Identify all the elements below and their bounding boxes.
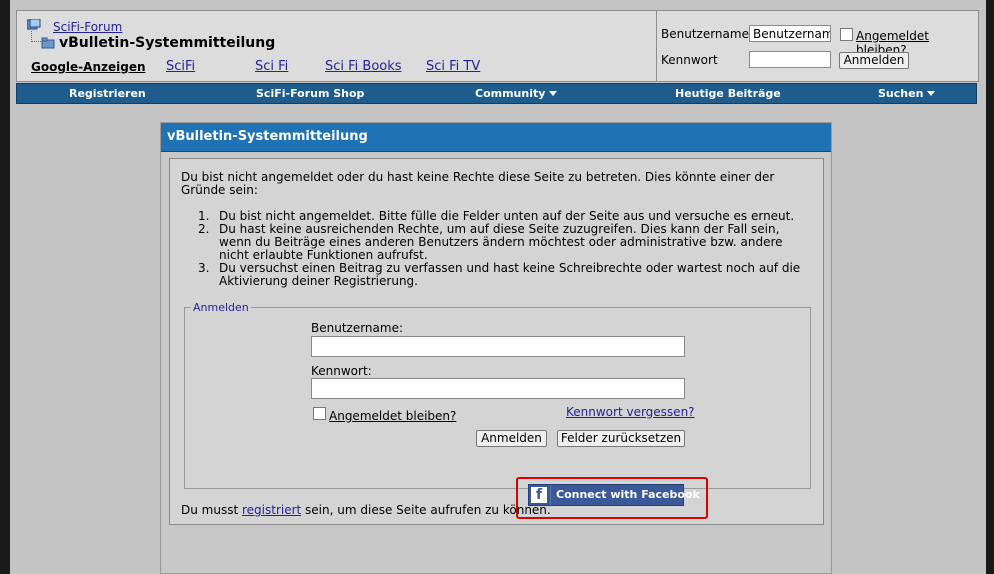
facebook-button-label: Connect with Facebook [556, 488, 700, 501]
folder-icon [41, 37, 55, 49]
reset-button[interactable]: Felder zurücksetzen [557, 430, 685, 447]
password-input[interactable] [311, 378, 685, 399]
reason-item: 2. Du hast keine ausreichenden Rechte, um… [198, 222, 783, 262]
error-message: Du bist nicht angemeldet oder du hast ke… [181, 170, 775, 197]
header-login-button[interactable]: Anmelden [839, 52, 909, 69]
header-login: Benutzername Benutzername Angemeldet ble… [656, 11, 979, 81]
header-password-input[interactable] [749, 51, 831, 68]
facebook-icon: f [531, 487, 547, 503]
nav-search[interactable]: Suchen [878, 87, 936, 100]
header-username-label: Benutzername [661, 27, 749, 41]
chevron-down-icon [927, 91, 936, 96]
password-label: Kennwort: [311, 364, 372, 378]
system-message-panel: vBulletin-Systemmitteilung Du bist nicht… [160, 122, 832, 574]
nav-register[interactable]: Registrieren [69, 87, 146, 100]
remember-me-label[interactable]: Angemeldet bleiben? [329, 409, 456, 423]
window-frame-left [0, 0, 10, 574]
header-password-label: Kennwort [661, 53, 718, 67]
username-label: Benutzername: [311, 321, 404, 335]
reason-number: 2. [198, 222, 210, 236]
header-remember-checkbox[interactable] [840, 28, 853, 41]
login-button[interactable]: Anmelden [476, 430, 547, 447]
nav-community[interactable]: Community [475, 87, 558, 100]
facebook-button-divider [550, 485, 551, 505]
header-username-input[interactable]: Benutzername [749, 25, 831, 42]
panel-header: vBulletin-Systemmitteilung [161, 123, 831, 152]
panel-title: vBulletin-Systemmitteilung [167, 129, 368, 144]
ad-link-scifi[interactable]: SciFi [166, 59, 195, 74]
ad-link-sci-fi[interactable]: Sci Fi [255, 59, 288, 74]
reason-number: 3. [198, 261, 210, 275]
reasons-list: 1. Du bist nicht angemeldet. Bitte fülle … [198, 210, 808, 288]
navbar: Registrieren SciFi-Forum Shop Community … [16, 83, 977, 104]
forgot-password-link[interactable]: Kennwort vergessen? [566, 405, 695, 419]
register-link[interactable]: registriert [242, 503, 301, 517]
breadcrumb-root-link[interactable]: SciFi-Forum [53, 20, 122, 34]
breadcrumb-connector [31, 31, 41, 42]
breadcrumb-current: vBulletin-Systemmitteilung [59, 35, 276, 51]
facebook-connect-button[interactable]: f Connect with Facebook [528, 484, 700, 506]
remember-me-checkbox[interactable] [313, 407, 326, 420]
footer-note: Du musst registriert sein, um diese Seit… [181, 503, 551, 517]
panel-body: Du bist nicht angemeldet oder du hast ke… [169, 158, 824, 525]
username-input[interactable] [311, 336, 685, 357]
ad-link-sci-fi-tv[interactable]: Sci Fi TV [426, 59, 480, 74]
ad-link-sci-fi-books[interactable]: Sci Fi Books [325, 59, 402, 74]
google-ads-label[interactable]: Google-Anzeigen [31, 60, 146, 74]
forum-home-icon[interactable] [27, 19, 41, 30]
reason-item: 3. Du versuchst einen Beitrag zu verfasse… [198, 261, 801, 288]
chevron-down-icon [549, 91, 558, 96]
login-legend: Anmelden [193, 301, 249, 314]
page: SciFi-Forum vBulletin-Systemmitteilung G… [10, 0, 986, 574]
header: SciFi-Forum vBulletin-Systemmitteilung G… [16, 10, 979, 82]
nav-shop[interactable]: SciFi-Forum Shop [256, 87, 364, 100]
header-left: SciFi-Forum vBulletin-Systemmitteilung G… [17, 11, 655, 81]
window-frame-right [986, 0, 994, 574]
nav-todays-posts[interactable]: Heutige Beiträge [675, 87, 781, 100]
